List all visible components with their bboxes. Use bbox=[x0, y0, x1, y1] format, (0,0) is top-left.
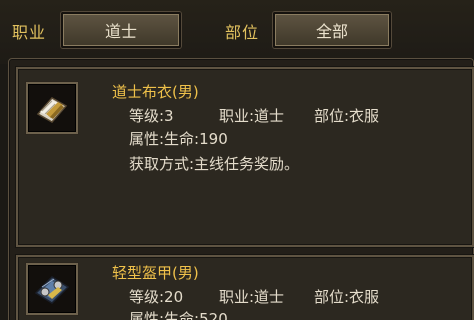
light-armor-icon bbox=[34, 276, 70, 304]
item-icon-frame bbox=[26, 263, 78, 315]
slot-filter-value: 全部 bbox=[315, 22, 348, 41]
item-job: 职业:道士 bbox=[219, 107, 285, 125]
job-filter-value: 道士 bbox=[104, 22, 137, 41]
item-job: 职业:道士 bbox=[219, 288, 285, 306]
item-attribute: 属性:生命:520 bbox=[129, 310, 228, 320]
job-filter-label: 职业 bbox=[12, 23, 47, 42]
item-name: 道士布衣(男) bbox=[112, 83, 199, 101]
item-icon-frame bbox=[26, 82, 78, 134]
job-filter-button[interactable]: 道士 bbox=[61, 12, 181, 48]
item-level: 等级:20 bbox=[129, 288, 184, 306]
slot-filter-label: 部位 bbox=[225, 23, 260, 42]
slot-filter-button[interactable]: 全部 bbox=[273, 12, 391, 48]
item-name: 轻型盔甲(男) bbox=[112, 264, 199, 282]
item-attribute: 属性:生命:190 bbox=[129, 130, 228, 148]
cloth-robe-icon bbox=[36, 97, 68, 123]
item-slot: 部位:衣服 bbox=[314, 288, 380, 306]
item-level: 等级:3 bbox=[129, 107, 174, 125]
item-source: 获取方式:主线任务奖励。 bbox=[129, 155, 300, 173]
item-slot: 部位:衣服 bbox=[314, 107, 380, 125]
